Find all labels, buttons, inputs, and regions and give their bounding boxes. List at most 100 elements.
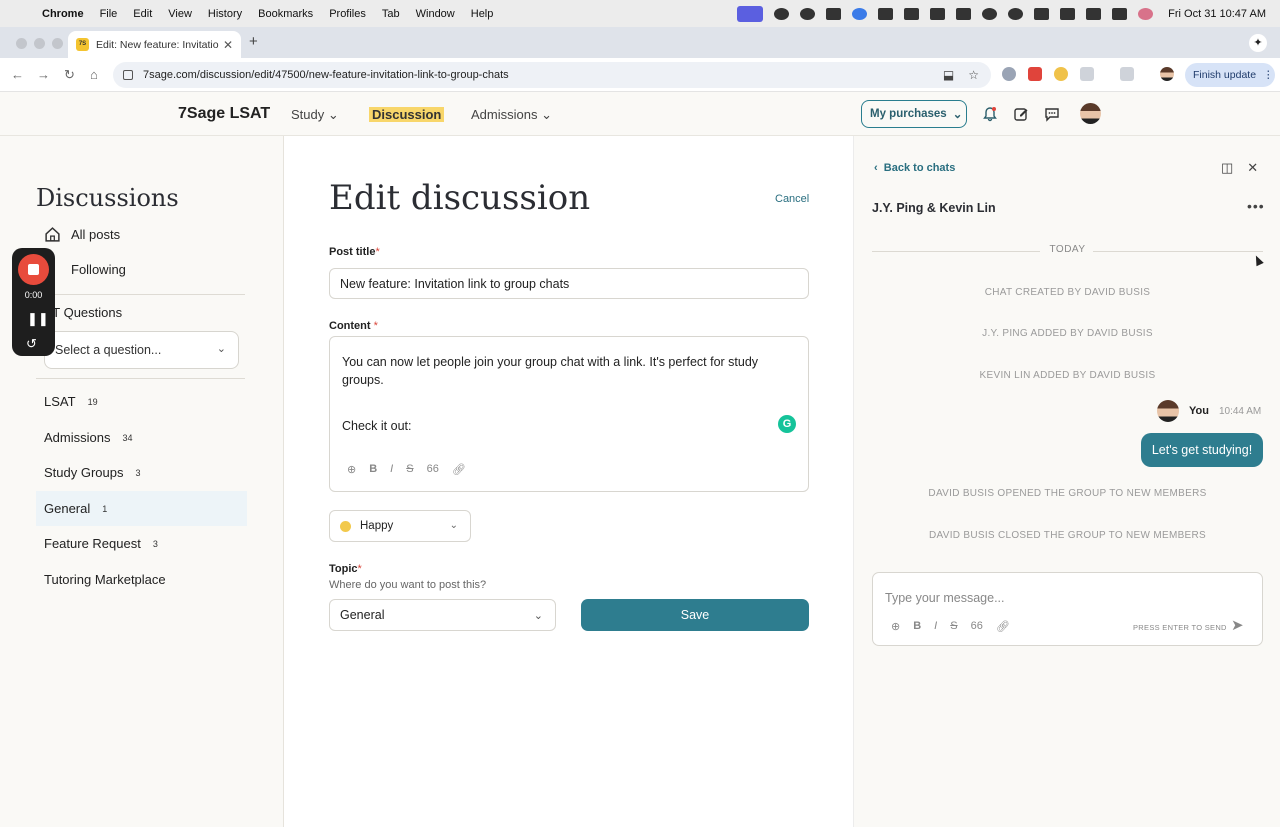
- menu-help[interactable]: Help: [471, 8, 494, 20]
- color-extension-icon[interactable]: [1054, 67, 1068, 81]
- nav-study[interactable]: Study ⌄: [291, 107, 339, 123]
- italic-icon[interactable]: I: [390, 463, 393, 476]
- forward-arrow-icon[interactable]: →: [37, 67, 50, 82]
- sidebar-item-feature-request[interactable]: Feature Request 3: [44, 536, 158, 551]
- notification-bell-icon[interactable]: [982, 106, 998, 122]
- grammarly-icon[interactable]: G: [778, 415, 796, 433]
- install-app-icon[interactable]: ⬓: [943, 68, 954, 82]
- bold-icon[interactable]: B: [369, 463, 377, 476]
- restart-icon[interactable]: ↺: [26, 336, 37, 352]
- siri-icon[interactable]: [1138, 7, 1154, 20]
- menu-view[interactable]: View: [168, 8, 192, 20]
- menubar-clock[interactable]: Fri Oct 31 10:47 AM: [1168, 8, 1266, 20]
- sidebar-item-tutoring-marketplace[interactable]: Tutoring Marketplace: [44, 572, 166, 587]
- profile-avatar-icon[interactable]: [1160, 67, 1174, 81]
- sync-icon[interactable]: [774, 7, 790, 20]
- bookmark-star-icon[interactable]: ☆: [968, 68, 979, 82]
- app-icon[interactable]: [878, 7, 894, 20]
- side-panel-icon[interactable]: [1120, 67, 1134, 81]
- nav-admissions[interactable]: Admissions ⌄: [471, 107, 552, 123]
- italic-icon[interactable]: I: [934, 620, 937, 633]
- home-icon[interactable]: ⌂: [90, 67, 98, 82]
- stop-recording-button[interactable]: [18, 254, 49, 285]
- sidebar-item-study-groups[interactable]: Study Groups 3: [44, 465, 141, 480]
- address-bar[interactable]: 7sage.com/discussion/edit/47500/new-feat…: [113, 62, 991, 88]
- control-center-icon[interactable]: [1112, 7, 1128, 20]
- strikethrough-icon[interactable]: S: [406, 463, 413, 476]
- send-icon[interactable]: ➤: [1231, 616, 1244, 634]
- question-select[interactable]: Select a question... ⌄: [44, 331, 239, 369]
- page-title: Edit discussion: [329, 178, 591, 218]
- pause-icon[interactable]: ❚❚: [27, 311, 49, 327]
- menu-file[interactable]: File: [100, 8, 118, 20]
- menu-window[interactable]: Window: [416, 8, 455, 20]
- back-to-chats-link[interactable]: ‹ Back to chats: [874, 162, 955, 174]
- site-info-icon[interactable]: [123, 70, 133, 80]
- chatgpt-icon[interactable]: [800, 7, 816, 20]
- cloud-icon[interactable]: [1034, 7, 1050, 20]
- sidebar-item-following[interactable]: Following: [71, 262, 126, 277]
- layers-icon[interactable]: [826, 7, 842, 20]
- menu-history[interactable]: History: [208, 8, 242, 20]
- sidebar-item-all-posts[interactable]: All posts: [44, 226, 120, 243]
- zoom-window-button[interactable]: [52, 38, 63, 49]
- compose-edit-icon[interactable]: [1013, 106, 1029, 122]
- close-icon[interactable]: ✕: [1247, 160, 1258, 176]
- my-purchases-button[interactable]: My purchases ⌄: [861, 100, 967, 128]
- grid-icon[interactable]: [930, 7, 946, 20]
- youtube-extension-icon[interactable]: [1028, 67, 1042, 81]
- quote-icon[interactable]: 66: [971, 620, 983, 633]
- link-icon[interactable]: 🔗︎: [452, 463, 466, 476]
- mood-select[interactable]: Happy ⌄: [329, 510, 471, 542]
- add-icon[interactable]: ⊕: [347, 463, 356, 476]
- back-arrow-icon[interactable]: ←: [11, 67, 24, 82]
- window-controls: [16, 38, 63, 49]
- menu-bookmarks[interactable]: Bookmarks: [258, 8, 313, 20]
- new-tab-button[interactable]: +: [249, 33, 258, 50]
- nav-discussion[interactable]: Discussion: [369, 107, 445, 122]
- chevron-down-icon: ⌄: [533, 610, 543, 622]
- reload-icon[interactable]: ↻: [64, 67, 75, 83]
- extensions-puzzle-icon[interactable]: [1080, 67, 1094, 81]
- more-options-icon[interactable]: •••: [1247, 198, 1265, 214]
- dock-panel-icon[interactable]: ◫: [1221, 160, 1233, 176]
- sidebar-item-admissions[interactable]: Admissions 34: [44, 430, 132, 445]
- screen-share-icon[interactable]: [737, 5, 764, 22]
- menu-chrome[interactable]: Chrome: [42, 8, 84, 20]
- strikethrough-icon[interactable]: S: [950, 620, 957, 633]
- quote-icon[interactable]: 66: [427, 463, 439, 476]
- bold-icon[interactable]: B: [913, 620, 921, 633]
- close-tab-icon[interactable]: ✕: [223, 38, 233, 52]
- extension-icon[interactable]: [1002, 67, 1016, 81]
- site-logo[interactable]: 7Sage LSAT: [178, 105, 270, 123]
- keyboard-icon[interactable]: [956, 7, 972, 20]
- shortcut-icon[interactable]: [904, 7, 920, 20]
- menu-edit[interactable]: Edit: [133, 8, 152, 20]
- sidebar-divider: [36, 378, 245, 379]
- menu-tab[interactable]: Tab: [382, 8, 400, 20]
- more-menu-icon: ⋮: [1263, 69, 1274, 81]
- user-avatar[interactable]: [1080, 103, 1101, 124]
- chat-bubble-icon[interactable]: [1044, 106, 1060, 122]
- sidebar-item-lsat[interactable]: LSAT 19: [44, 394, 98, 409]
- post-title-input[interactable]: New feature: Invitation link to group ch…: [329, 268, 809, 299]
- close-window-button[interactable]: [16, 38, 27, 49]
- save-button[interactable]: Save: [581, 599, 809, 631]
- sidebar-item-general[interactable]: General 1: [36, 491, 247, 526]
- link-icon[interactable]: 🔗︎: [996, 620, 1010, 633]
- finish-update-button[interactable]: Finish update ⋮: [1185, 63, 1275, 87]
- topic-select[interactable]: General ⌄: [329, 599, 556, 631]
- gemini-icon[interactable]: ✦: [1249, 34, 1267, 52]
- time-machine-icon[interactable]: [982, 7, 998, 20]
- content-editor[interactable]: You can now let people join your group c…: [329, 336, 809, 492]
- zoom-icon[interactable]: [852, 7, 868, 20]
- minimize-window-button[interactable]: [34, 38, 45, 49]
- add-icon[interactable]: ⊕: [891, 620, 900, 633]
- browser-tab-active[interactable]: 7S Edit: New feature: Invitation li ✕: [68, 31, 241, 58]
- battery-icon[interactable]: [1060, 7, 1076, 20]
- message-composer[interactable]: Type your message... ⊕ B I S 66 🔗︎ PRESS…: [872, 572, 1263, 646]
- cancel-link[interactable]: Cancel: [775, 193, 809, 205]
- menu-profiles[interactable]: Profiles: [329, 8, 366, 20]
- search-icon[interactable]: [1008, 7, 1024, 20]
- wifi-icon[interactable]: [1086, 7, 1102, 20]
